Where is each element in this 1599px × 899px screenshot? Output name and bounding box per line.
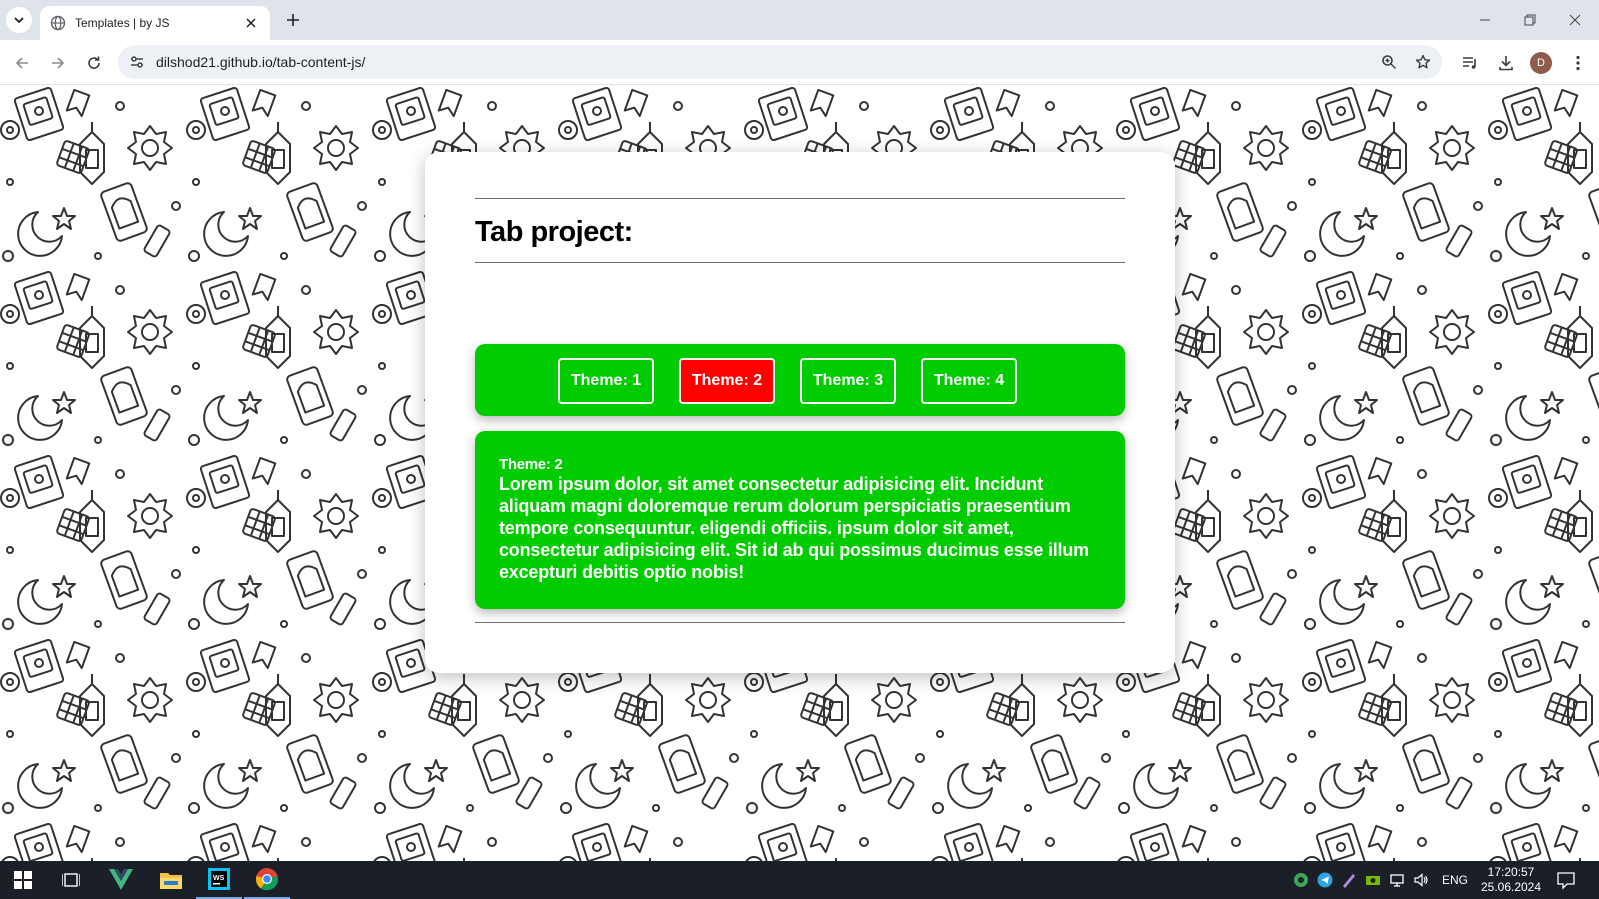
tab-theme-3[interactable]: Theme: 3 — [800, 358, 896, 404]
nvidia-icon[interactable] — [1364, 871, 1382, 889]
volume-icon[interactable] — [1412, 871, 1430, 889]
chevron-down-icon — [14, 17, 24, 24]
webstorm-icon: WS — [208, 868, 230, 890]
minimize-icon — [1480, 19, 1490, 21]
svg-text:WS: WS — [213, 875, 225, 882]
reload-icon — [88, 56, 100, 69]
close-icon — [1569, 14, 1581, 26]
browser-tab-strip: Templates | by JS — [0, 0, 1599, 40]
top-divider — [475, 198, 1125, 199]
vue-app-button[interactable] — [98, 861, 144, 899]
chrome-logo-icon — [255, 868, 279, 891]
download-icon — [1499, 56, 1513, 71]
restore-button[interactable] — [1510, 6, 1550, 34]
tab-theme-1[interactable]: Theme: 1 — [558, 358, 654, 404]
arrow-right-icon — [52, 57, 65, 69]
reload-button[interactable] — [80, 49, 108, 77]
system-clock[interactable]: 17:20:57 25.06.2024 — [1476, 865, 1546, 895]
webstorm-button[interactable]: WS — [196, 861, 242, 899]
media-control-button[interactable] — [1456, 49, 1484, 77]
minimize-button[interactable] — [1465, 6, 1505, 34]
browser-tab[interactable]: Templates | by JS — [40, 6, 270, 40]
tray-app-icon[interactable] — [1292, 871, 1310, 889]
arrow-left-icon — [15, 57, 28, 69]
start-button[interactable] — [0, 861, 46, 899]
close-tab-icon[interactable] — [242, 14, 260, 32]
tab-title: Templates | by JS — [75, 16, 170, 30]
address-bar[interactable]: dilshod21.github.io/tab-content-js/ — [118, 45, 1442, 79]
notification-icon — [1557, 872, 1575, 890]
tab-theme-2[interactable]: Theme: 2 — [679, 358, 775, 404]
zoom-icon[interactable] — [1374, 47, 1404, 77]
plus-icon — [287, 14, 299, 26]
page-title: Tab project: — [475, 216, 633, 248]
browser-menu-button[interactable] — [1564, 49, 1592, 77]
globe-icon — [50, 15, 66, 31]
telegram-icon[interactable] — [1316, 871, 1334, 889]
close-window-button[interactable] — [1555, 6, 1595, 34]
notifications-button[interactable] — [1556, 870, 1578, 890]
content-title: Theme: 2 — [499, 456, 563, 473]
pen-tray-icon[interactable] — [1340, 871, 1358, 889]
clock-time: 17:20:57 — [1487, 865, 1535, 879]
windows-taskbar: WS ENG 17:20:57 25.06.2024 — [0, 861, 1599, 899]
back-button[interactable] — [8, 49, 36, 77]
clock-date: 25.06.2024 — [1480, 880, 1542, 894]
bottom-divider — [475, 622, 1125, 623]
task-view-button[interactable] — [48, 861, 94, 899]
new-tab-button[interactable] — [282, 9, 304, 31]
folder-icon — [160, 873, 182, 889]
title-divider — [475, 262, 1125, 263]
task-view-icon — [62, 873, 80, 887]
content-text: Lorem ipsum dolor, sit amet consectetur … — [499, 474, 1089, 582]
input-language[interactable]: ENG — [1442, 873, 1468, 887]
tab-theme-4[interactable]: Theme: 4 — [921, 358, 1017, 404]
file-explorer-button[interactable] — [148, 861, 194, 899]
bookmark-star-icon[interactable] — [1408, 47, 1438, 77]
tab-content-panel: Theme: 2 Lorem ipsum dolor, sit amet con… — [475, 431, 1125, 609]
vue-logo-icon — [109, 869, 133, 890]
tab-project-card: Tab project: Theme: 1 Theme: 2 Theme: 3 … — [425, 152, 1175, 673]
playlist-icon — [1463, 57, 1476, 69]
windows-logo-icon — [14, 871, 32, 889]
forward-button[interactable] — [44, 49, 72, 77]
network-icon[interactable] — [1388, 871, 1406, 889]
url-text[interactable]: dilshod21.github.io/tab-content-js/ — [156, 54, 1374, 70]
theme-tabs-bar: Theme: 1 Theme: 2 Theme: 3 Theme: 4 — [475, 344, 1125, 416]
tab-search-button[interactable] — [6, 7, 32, 33]
page-viewport: Tab project: Theme: 1 Theme: 2 Theme: 3 … — [0, 86, 1599, 861]
site-settings-icon[interactable] — [122, 47, 152, 77]
downloads-button[interactable] — [1492, 49, 1520, 77]
chrome-button[interactable] — [244, 861, 290, 899]
restore-icon — [1524, 14, 1536, 26]
browser-toolbar: dilshod21.github.io/tab-content-js/ D — [0, 40, 1599, 85]
profile-avatar[interactable]: D — [1530, 52, 1552, 74]
more-vert-icon — [1576, 55, 1580, 71]
